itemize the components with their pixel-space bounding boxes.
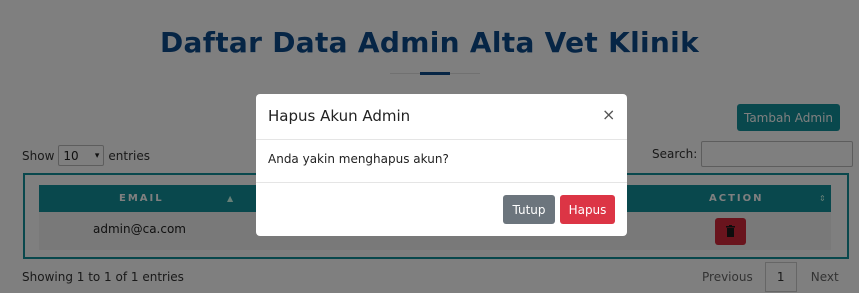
- delete-confirm-modal: Hapus Akun Admin × Anda yakin menghapus …: [256, 94, 627, 236]
- modal-header: Hapus Akun Admin ×: [256, 94, 627, 140]
- modal-title: Hapus Akun Admin: [268, 107, 411, 125]
- confirm-delete-button[interactable]: Hapus: [560, 195, 615, 224]
- close-button[interactable]: Tutup: [503, 195, 555, 224]
- modal-message: Anda yakin menghapus akun?: [268, 152, 449, 166]
- close-icon[interactable]: ×: [602, 105, 615, 124]
- modal-footer: Tutup Hapus: [256, 182, 627, 236]
